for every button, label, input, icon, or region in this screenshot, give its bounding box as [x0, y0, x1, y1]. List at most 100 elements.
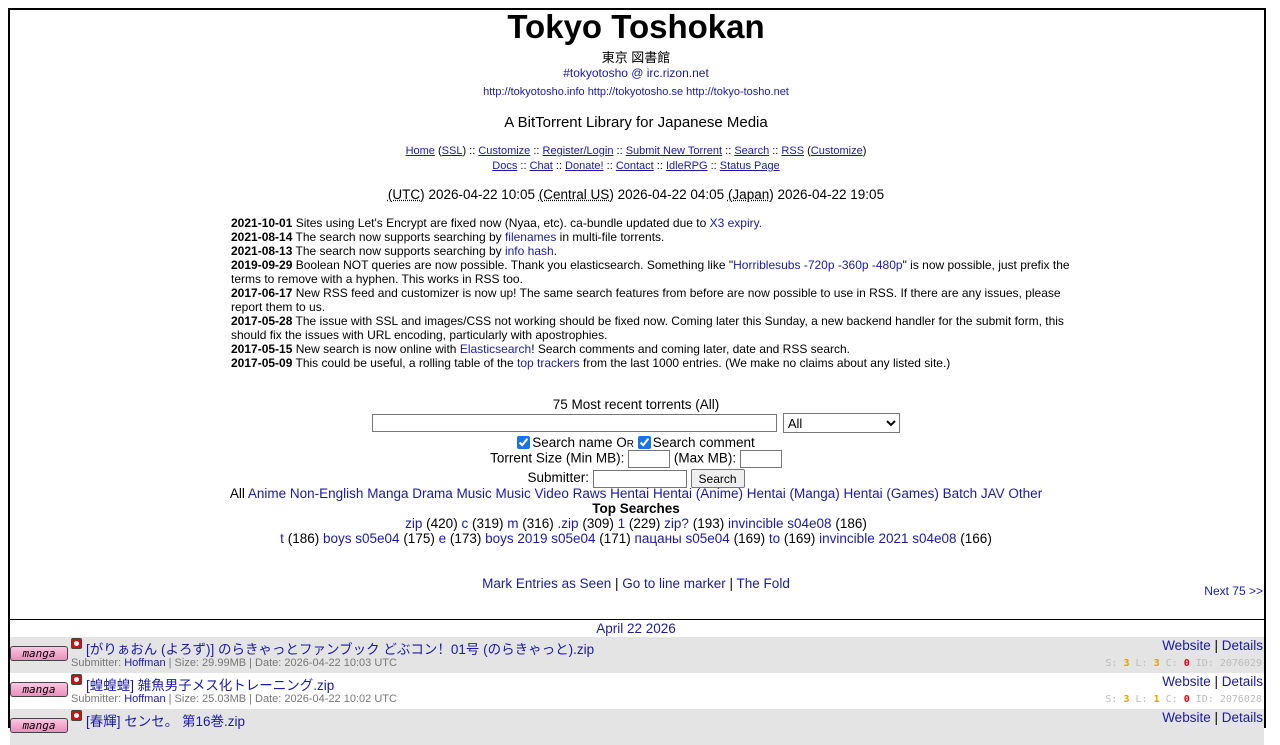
min-size-input[interactable] [628, 450, 671, 468]
leechers-count: 3 [1153, 658, 1160, 669]
category-jav[interactable]: JAV [981, 486, 1005, 501]
top-search-link[interactable]: boys 2019 s05e04 [485, 531, 595, 546]
next-page-link[interactable]: Next 75 >> [1204, 584, 1263, 598]
nav-home[interactable]: Home [406, 145, 435, 157]
nav-contact[interactable]: Contact [616, 160, 654, 172]
category-non-english[interactable]: Non-English [290, 486, 364, 501]
magnet-icon[interactable] [71, 710, 82, 721]
torrent-title-link[interactable]: [春輝] センセ。 第16巻.zip [86, 710, 245, 730]
top-search-count: (166) [960, 531, 992, 546]
clock-utc-time: 2026-04-22 10:05 [428, 187, 536, 202]
nav-docs[interactable]: Docs [492, 160, 517, 172]
nav-idlerpg[interactable]: IdleRPG [666, 160, 708, 172]
news-text: This could be useful, a rolling table of… [295, 356, 517, 370]
news-item: 2021-10-01 Sites using Let's Encrypt are… [231, 216, 1081, 230]
website-link[interactable]: Website [1162, 638, 1211, 653]
magnet-icon[interactable] [71, 674, 82, 685]
nav-donate[interactable]: Donate! [565, 160, 604, 172]
website-link[interactable]: Website [1162, 710, 1211, 725]
submitter-link[interactable]: Hoffman [124, 693, 165, 705]
top-search-link[interactable]: zip [405, 516, 422, 531]
torrent-title-link[interactable]: [がりぁおん (よろず)] のらきゃっとファンブック どぶコン！01号 (のらき… [86, 638, 594, 658]
mirror-link-info[interactable]: http://tokyotosho.info [483, 86, 585, 98]
news-link[interactable]: X3 expiry. [710, 216, 762, 230]
category-hentai-manga[interactable]: Hentai (Manga) [747, 486, 840, 501]
torrent-title-link[interactable]: [蝗蝗蝗] 雑魚男子メス化トレーニング.zip [86, 674, 334, 694]
category-badge[interactable]: manga [10, 682, 68, 697]
category-badge[interactable]: manga [10, 646, 68, 661]
nav-search[interactable]: Search [734, 145, 769, 157]
top-search-link[interactable]: zip? [664, 516, 689, 531]
category-drama[interactable]: Drama [412, 486, 453, 501]
search-comment-checkbox[interactable] [637, 436, 651, 449]
details-link[interactable]: Details [1222, 638, 1263, 653]
news-item: 2017-05-28 The issue with SSL and images… [231, 314, 1081, 342]
torrent-size: 29.99MB [202, 657, 247, 669]
top-search-link[interactable]: invincible 2021 s04e08 [819, 531, 956, 546]
nav-register[interactable]: Register/Login [543, 145, 614, 157]
news-link[interactable]: Horriblesubs -720p -360p -480p [733, 258, 902, 272]
marker-links: Mark Entries as Seen | Go to line marker… [482, 576, 790, 591]
max-size-input[interactable] [739, 450, 782, 468]
top-search-link[interactable]: to [769, 531, 780, 546]
top-search-link[interactable]: 1 [618, 516, 626, 531]
category-music-video[interactable]: Music Video [496, 486, 569, 501]
category-hentai-anime[interactable]: Hentai (Anime) [653, 486, 743, 501]
torrent-links: Website | Details [1162, 638, 1263, 653]
category-manga[interactable]: Manga [367, 486, 408, 501]
top-search-link[interactable]: t [280, 531, 284, 546]
submitter-input[interactable] [592, 469, 687, 488]
category-hentai-games[interactable]: Hentai (Games) [844, 486, 939, 501]
top-search-link[interactable]: boys s05e04 [323, 531, 400, 546]
top-search-link[interactable]: пацаны s05e04 [635, 531, 730, 546]
details-link[interactable]: Details [1222, 674, 1263, 689]
mirror-links: http://tokyotosho.info http://tokyotosho… [0, 86, 1272, 98]
top-search-link[interactable]: .zip [558, 516, 579, 531]
category-anime[interactable]: Anime [248, 486, 286, 501]
details-link[interactable]: Details [1222, 710, 1263, 725]
top-search-link[interactable]: e [439, 531, 447, 546]
nav-status[interactable]: Status Page [720, 160, 780, 172]
submitter-link[interactable]: Hoffman [124, 657, 165, 669]
torrent-size: 25.03MB [202, 693, 247, 705]
category-music[interactable]: Music [457, 486, 492, 501]
nav-customize[interactable]: Customize [478, 145, 530, 157]
top-search-link[interactable]: m [507, 516, 518, 531]
min-size-label: Torrent Size (Min MB): [490, 450, 625, 466]
top-search-link[interactable]: c [461, 516, 468, 531]
search-input[interactable] [372, 414, 778, 432]
mirror-link-se[interactable]: http://tokyotosho.se [588, 86, 683, 98]
search-name-checkbox[interactable] [517, 436, 531, 449]
nav-rss-customize[interactable]: Customize [811, 145, 863, 157]
news-date: 2021-08-14 [231, 230, 293, 244]
top-search-link[interactable]: invincible s04e08 [728, 516, 832, 531]
news-link[interactable]: Elasticsearch [460, 342, 531, 356]
nav-chat[interactable]: Chat [530, 160, 553, 172]
category-batch[interactable]: Batch [943, 486, 978, 501]
search-comment-label: Search comment [652, 435, 755, 450]
news-link[interactable]: filenames [505, 230, 556, 244]
news-item: 2017-05-15 New search is now online with… [231, 342, 1081, 356]
website-link[interactable]: Website [1162, 674, 1211, 689]
news-text: Sites using Let's Encrypt are fixed now … [295, 216, 710, 230]
irc-link[interactable]: #tokyotosho @ irc.rizon.net [563, 66, 709, 80]
category-other[interactable]: Other [1008, 486, 1042, 501]
category-badge[interactable]: manga [10, 718, 68, 733]
news-text: The issue with SSL and images/CSS not wo… [231, 314, 1064, 342]
news-link[interactable]: top trackers [517, 356, 580, 370]
torrent-meta: Submitter: Hoffman | Size: 25.03MB | Dat… [71, 693, 397, 705]
magnet-icon[interactable] [71, 638, 82, 649]
fold-link[interactable]: The Fold [737, 576, 790, 591]
nav-rss[interactable]: RSS [781, 145, 804, 157]
mirror-link-net[interactable]: http://tokyo-tosho.net [686, 86, 789, 98]
category-select[interactable]: All [782, 413, 900, 433]
nav-submit[interactable]: Submit New Torrent [626, 145, 722, 157]
line-marker-link[interactable]: Go to line marker [622, 576, 726, 591]
category-raws[interactable]: Raws [573, 486, 607, 501]
category-hentai[interactable]: Hentai [610, 486, 649, 501]
mark-seen-link[interactable]: Mark Entries as Seen [482, 576, 611, 591]
top-search-count: (420) [426, 516, 458, 531]
top-search-count: (171) [599, 531, 631, 546]
nav-ssl[interactable]: SSL [442, 145, 463, 157]
news-link[interactable]: info hash [505, 244, 554, 258]
